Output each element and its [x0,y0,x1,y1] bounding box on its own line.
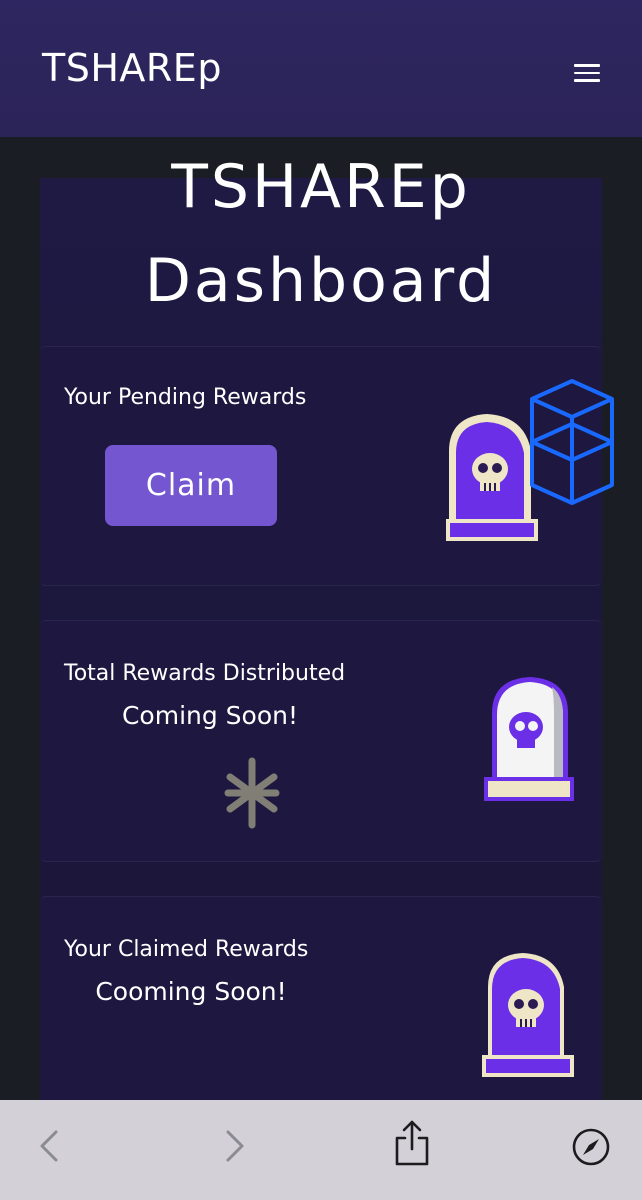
tombstone-skull-icon [446,413,538,541]
claimed-rewards-label: Your Claimed Rewards [64,937,309,962]
tombstone-skull-icon [484,677,574,801]
sparkle-icon [224,757,280,829]
claim-button[interactable]: Claim [105,445,277,526]
brand-title[interactable]: TSHAREp [42,46,222,90]
claimed-rewards-card: Your Claimed Rewards Cooming Soon! [40,896,602,1101]
top-nav-bar: TSHAREp [0,0,642,137]
page-title-line-2: Dashboard [144,246,498,316]
pending-rewards-card: Your Pending Rewards Claim [40,346,614,586]
back-icon[interactable] [36,1128,64,1164]
hamburger-menu-icon[interactable] [574,64,600,82]
claimed-rewards-status: Cooming Soon! [95,977,287,1006]
browser-toolbar [0,1100,642,1200]
pending-rewards-label: Your Pending Rewards [64,385,307,410]
compass-icon[interactable] [570,1126,612,1168]
fantom-logo-icon [530,379,614,505]
share-icon[interactable] [392,1118,432,1168]
page-title: TSHAREp Dashboard [0,140,642,328]
page-title-line-1: TSHAREp [171,152,471,222]
total-rewards-label: Total Rewards Distributed [64,661,346,686]
tombstone-skull-icon [482,953,574,1077]
forward-icon[interactable] [220,1128,248,1164]
total-rewards-card: Total Rewards Distributed Coming Soon! [40,620,602,862]
total-rewards-status: Coming Soon! [121,701,299,730]
